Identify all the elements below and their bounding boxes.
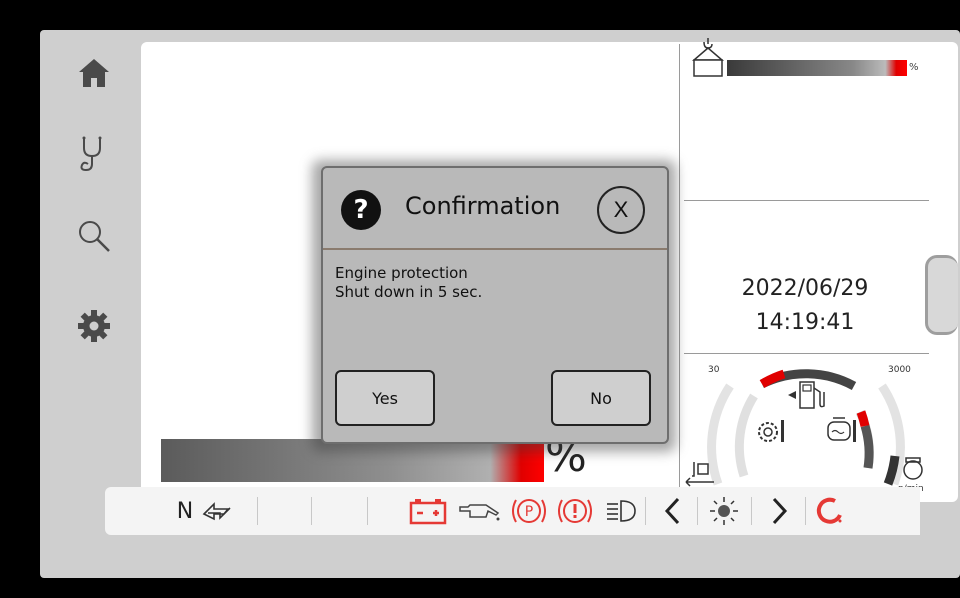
brake-warning-icon: [558, 499, 592, 523]
brightness-icon: [710, 497, 738, 525]
headlight-indicator[interactable]: [599, 487, 643, 535]
status-bar: N P: [105, 487, 920, 535]
diagnostics-button[interactable]: [70, 130, 118, 178]
fuel-icon: [788, 381, 825, 409]
separator: [805, 497, 806, 525]
engine-gauge: [707, 369, 905, 486]
parking-brake-icon: P: [512, 499, 546, 523]
confirmation-dialog: ? Confirmation X Engine protection Shut …: [321, 166, 669, 444]
question-icon: ?: [341, 190, 381, 230]
gauge-right-max: 3000: [888, 365, 911, 375]
home-button[interactable]: [70, 48, 118, 96]
headlight-icon: [607, 500, 636, 522]
coolant-temp-icon: [827, 417, 856, 442]
battery-warning: [403, 487, 453, 535]
home-icon: [79, 59, 109, 87]
gauge-left-max: 30: [708, 365, 720, 375]
gear-icon: [78, 310, 110, 342]
search-button[interactable]: [70, 212, 118, 260]
battery-icon: [409, 499, 447, 525]
date-label: 2022/06/29: [741, 276, 869, 301]
crane-hook-icon: [691, 38, 725, 77]
column-divider: [679, 44, 680, 492]
dialog-message-line1: Engine protection: [335, 264, 468, 282]
next-button[interactable]: [759, 487, 799, 535]
stethoscope-icon: [80, 136, 102, 172]
time-label: 14:19:41: [755, 310, 855, 335]
direction-indicator: [197, 487, 237, 535]
brightness-button[interactable]: [701, 487, 747, 535]
engine-speed-icon: [903, 457, 923, 480]
oil-pressure-indicator: [455, 487, 505, 535]
dialog-header: ? Confirmation X: [323, 168, 667, 250]
search-icon: [79, 221, 110, 252]
transmission-temp-icon: [758, 420, 784, 442]
load-bar: [727, 60, 907, 76]
chevron-right-icon: [772, 497, 788, 525]
no-button[interactable]: No: [551, 370, 651, 426]
right-divider-1: [684, 200, 929, 201]
separator: [697, 497, 698, 525]
chevron-left-icon: [664, 497, 680, 525]
power-indicator[interactable]: [809, 487, 849, 535]
dialog-message-line2: Shut down in 5 sec.: [335, 283, 483, 301]
close-button[interactable]: X: [597, 186, 645, 234]
dialog-title: Confirmation: [405, 192, 561, 220]
parking-brake-indicator: P: [507, 487, 551, 535]
side-tab-handle[interactable]: [925, 255, 958, 335]
load-unit: %: [909, 62, 919, 73]
gear-indicator: N: [176, 498, 194, 524]
forklift-speed-icon: [685, 462, 714, 487]
prev-button[interactable]: [653, 487, 693, 535]
separator: [645, 497, 646, 525]
separator: [311, 497, 312, 525]
separator: [751, 497, 752, 525]
separator: [257, 497, 258, 525]
oil-can-icon: [459, 504, 500, 521]
brake-warning-indicator: [553, 487, 597, 535]
yes-button[interactable]: Yes: [335, 370, 435, 426]
right-divider-2: [684, 353, 929, 354]
power-icon: [816, 497, 842, 524]
svg-text:P: P: [525, 504, 533, 520]
separator: [367, 497, 368, 525]
arrows-icon: [202, 502, 231, 521]
settings-button[interactable]: [70, 302, 118, 350]
dialog-message: Engine protection Shut down in 5 sec.: [335, 264, 482, 302]
